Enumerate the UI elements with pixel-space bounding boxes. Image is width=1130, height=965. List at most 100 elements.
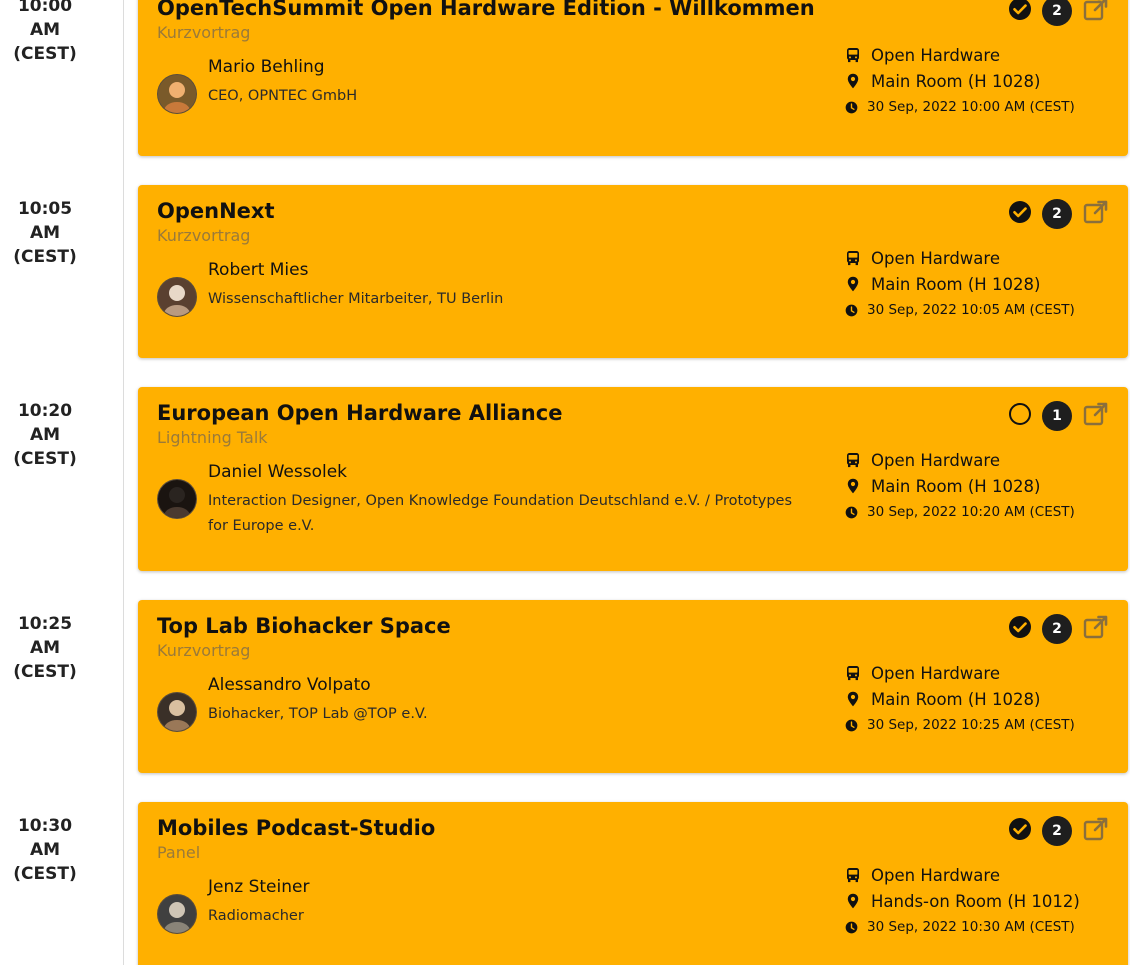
session-title[interactable]: European Open Hardware Alliance bbox=[157, 401, 562, 425]
session-track: Open Hardware bbox=[871, 45, 1000, 65]
session-type: Panel bbox=[157, 843, 201, 862]
bus-icon bbox=[847, 251, 859, 266]
session-type: Lightning Talk bbox=[157, 428, 268, 447]
datetime-row: 30 Sep, 2022 10:00 AM (CEST) bbox=[845, 94, 1115, 120]
datetime-row: 30 Sep, 2022 10:25 AM (CEST) bbox=[845, 712, 1115, 738]
external-link-icon[interactable] bbox=[1082, 400, 1110, 432]
session-actions: 1 bbox=[1008, 400, 1110, 432]
speaker-role: Wissenschaftlicher Mitarbeiter, TU Berli… bbox=[208, 291, 504, 307]
session-room: Hands-on Room (H 1012) bbox=[871, 891, 1080, 911]
session-timezone: (CEST) bbox=[13, 864, 77, 884]
avatar[interactable] bbox=[157, 74, 197, 114]
bus-icon bbox=[847, 868, 859, 883]
room-row: Main Room (H 1028) bbox=[845, 686, 1115, 712]
session-time: 10:30 AM (CEST) bbox=[0, 814, 90, 886]
avatar[interactable] bbox=[157, 894, 197, 934]
speaker-role: Biohacker, TOP Lab @TOP e.V. bbox=[208, 706, 428, 722]
speaker-name[interactable]: Daniel Wessolek bbox=[208, 462, 347, 482]
speaker-name[interactable]: Robert Mies bbox=[208, 260, 308, 280]
attendee-count-badge: 2 bbox=[1042, 614, 1072, 644]
session-card[interactable]: Top Lab Biohacker Space Kurzvortrag 2 Aless… bbox=[138, 600, 1128, 773]
session-datetime: 30 Sep, 2022 10:20 AM (CEST) bbox=[867, 504, 1075, 520]
track-row: Open Hardware bbox=[845, 447, 1115, 473]
session-type: Kurzvortrag bbox=[157, 226, 251, 245]
session-timezone: (CEST) bbox=[13, 44, 77, 64]
check-circle-icon[interactable] bbox=[1008, 200, 1032, 228]
room-row: Main Room (H 1028) bbox=[845, 68, 1115, 94]
session-meta: Open Hardware Main Room (H 1028) 30 Sep, 2… bbox=[845, 42, 1115, 120]
external-link-icon[interactable] bbox=[1082, 198, 1110, 230]
map-marker-icon bbox=[847, 893, 859, 909]
speaker-name[interactable]: Jenz Steiner bbox=[208, 877, 309, 897]
session-room: Main Room (H 1028) bbox=[871, 476, 1041, 496]
session-title[interactable]: Top Lab Biohacker Space bbox=[157, 614, 451, 638]
session-time-value: 10:00 AM bbox=[17, 0, 73, 40]
session-actions: 2 bbox=[1008, 0, 1110, 27]
attendee-count-badge: 2 bbox=[1042, 816, 1072, 846]
session-time: 10:05 AM (CEST) bbox=[0, 197, 90, 269]
map-marker-icon bbox=[847, 73, 859, 89]
session-title[interactable]: OpenNext bbox=[157, 199, 274, 223]
session-track: Open Hardware bbox=[871, 865, 1000, 885]
bus-icon bbox=[847, 48, 859, 63]
datetime-row: 30 Sep, 2022 10:20 AM (CEST) bbox=[845, 499, 1115, 525]
datetime-row: 30 Sep, 2022 10:05 AM (CEST) bbox=[845, 297, 1115, 323]
session-datetime: 30 Sep, 2022 10:25 AM (CEST) bbox=[867, 717, 1075, 733]
speaker-role: CEO, OPNTEC GmbH bbox=[208, 88, 358, 104]
session-datetime: 30 Sep, 2022 10:00 AM (CEST) bbox=[867, 99, 1075, 115]
empty-circle-icon[interactable] bbox=[1008, 402, 1032, 430]
session-card[interactable]: European Open Hardware Alliance Lightning… bbox=[138, 387, 1128, 571]
speaker-name[interactable]: Mario Behling bbox=[208, 57, 325, 77]
attendee-count-badge: 1 bbox=[1042, 401, 1072, 431]
session-meta: Open Hardware Main Room (H 1028) 30 Sep, 2… bbox=[845, 245, 1115, 323]
session-meta: Open Hardware Hands-on Room (H 1012) 30 Se… bbox=[845, 862, 1115, 940]
speaker-role: Interaction Designer, Open Knowledge Fou… bbox=[208, 493, 793, 534]
avatar[interactable] bbox=[157, 277, 197, 317]
check-circle-icon[interactable] bbox=[1008, 615, 1032, 643]
check-circle-icon[interactable] bbox=[1008, 817, 1032, 845]
session-card[interactable]: OpenNext Kurzvortrag 2 Robert Mies Wissensch… bbox=[138, 185, 1128, 358]
session-time-value: 10:30 AM bbox=[17, 816, 73, 860]
session-datetime: 30 Sep, 2022 10:05 AM (CEST) bbox=[867, 302, 1075, 318]
clock-icon bbox=[845, 101, 858, 113]
check-circle-icon[interactable] bbox=[1008, 0, 1032, 25]
map-marker-icon bbox=[847, 691, 859, 707]
session-type: Kurzvortrag bbox=[157, 23, 251, 42]
session-time: 10:25 AM (CEST) bbox=[0, 612, 90, 684]
session-title[interactable]: Mobiles Podcast-Studio bbox=[157, 816, 435, 840]
session-room: Main Room (H 1028) bbox=[871, 274, 1041, 294]
track-row: Open Hardware bbox=[845, 862, 1115, 888]
external-link-icon[interactable] bbox=[1082, 613, 1110, 645]
session-actions: 2 bbox=[1008, 198, 1110, 230]
session-timezone: (CEST) bbox=[13, 662, 77, 682]
map-marker-icon bbox=[847, 276, 859, 292]
track-row: Open Hardware bbox=[845, 660, 1115, 686]
avatar[interactable] bbox=[157, 692, 197, 732]
session-title[interactable]: OpenTechSummit Open Hardware Edition - W… bbox=[157, 0, 815, 20]
session-timezone: (CEST) bbox=[13, 449, 77, 469]
datetime-row: 30 Sep, 2022 10:30 AM (CEST) bbox=[845, 914, 1115, 940]
session-card[interactable]: OpenTechSummit Open Hardware Edition - W… bbox=[138, 0, 1128, 156]
schedule-list: 10:00 AM (CEST) OpenTechSummit Open Hardwa… bbox=[0, 0, 1130, 965]
bus-icon bbox=[847, 666, 859, 681]
timeline-divider bbox=[123, 0, 124, 965]
session-meta: Open Hardware Main Room (H 1028) 30 Sep, 2… bbox=[845, 447, 1115, 525]
external-link-icon[interactable] bbox=[1082, 815, 1110, 847]
session-actions: 2 bbox=[1008, 613, 1110, 645]
clock-icon bbox=[845, 506, 858, 518]
external-link-icon[interactable] bbox=[1082, 0, 1110, 27]
session-meta: Open Hardware Main Room (H 1028) 30 Sep, 2… bbox=[845, 660, 1115, 738]
session-type: Kurzvortrag bbox=[157, 641, 251, 660]
session-card[interactable]: Mobiles Podcast-Studio Panel 2 Jenz Steiner… bbox=[138, 802, 1128, 965]
speaker-name[interactable]: Alessandro Volpato bbox=[208, 675, 371, 695]
session-track: Open Hardware bbox=[871, 248, 1000, 268]
session-track: Open Hardware bbox=[871, 663, 1000, 683]
map-marker-icon bbox=[847, 478, 859, 494]
session-room: Main Room (H 1028) bbox=[871, 71, 1041, 91]
session-time-value: 10:20 AM bbox=[17, 401, 73, 445]
avatar[interactable] bbox=[157, 479, 197, 519]
session-datetime: 30 Sep, 2022 10:30 AM (CEST) bbox=[867, 919, 1075, 935]
session-time-value: 10:25 AM bbox=[17, 614, 73, 658]
session-time: 10:00 AM (CEST) bbox=[0, 0, 90, 66]
track-row: Open Hardware bbox=[845, 42, 1115, 68]
